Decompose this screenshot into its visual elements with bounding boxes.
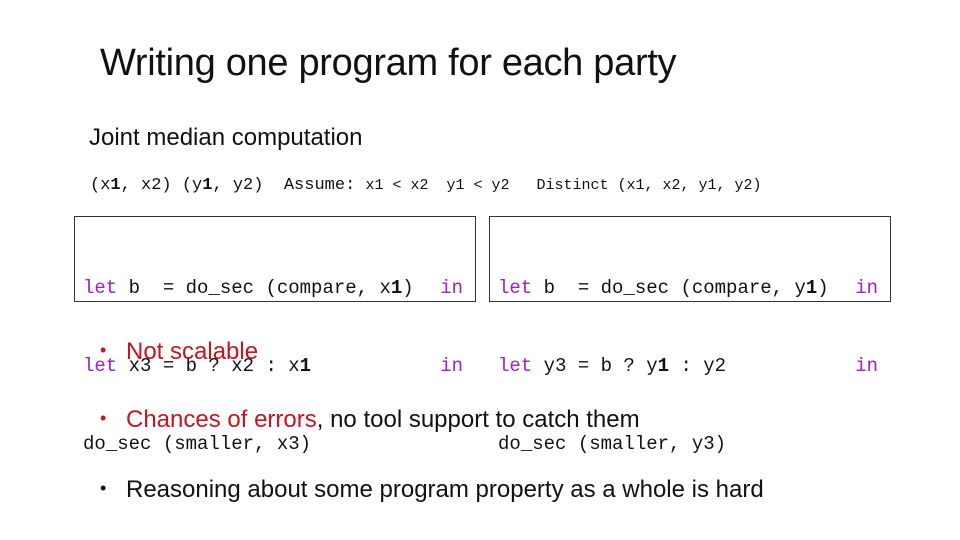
slide-title: Writing one program for each party — [100, 42, 677, 84]
bullet-text: Reasoning about some program property as… — [126, 476, 764, 503]
code-line: do_sec (smaller, x3) — [83, 431, 475, 457]
bullet-text: , no tool support to catch them — [316, 406, 640, 433]
code-text: do_sec (smaller, y3) — [498, 433, 727, 455]
keyword-let: let — [83, 277, 118, 299]
x-pair-open: (x — [90, 176, 111, 195]
code-bold: 1 — [390, 277, 403, 299]
bullet-dot-icon: • — [100, 478, 107, 498]
bullet-red-text: Chances of errors — [126, 406, 317, 433]
keyword-let: let — [498, 277, 533, 299]
assume-y-condition: y1 < y2 — [428, 177, 510, 194]
code-text: y3 = b ? y — [532, 355, 658, 377]
y-pair-open: (y — [171, 176, 203, 195]
code-box-party-x: let b = do_sec (compare, x1) in let x3 = … — [74, 216, 476, 455]
code-text: b = do_sec (compare, x — [117, 277, 391, 299]
keyword-in: in — [855, 355, 878, 377]
bullet-dot-icon: • — [100, 340, 107, 360]
code-text: do_sec (smaller, x3) — [83, 433, 312, 455]
code-bold: 1 — [805, 277, 818, 299]
code-line: let b = do_sec (compare, y1) in — [498, 275, 890, 301]
code-bold: 1 — [657, 355, 670, 377]
code-line: let b = do_sec (compare, x1) in — [83, 275, 475, 301]
slide-subtitle: Joint median computation — [89, 124, 363, 151]
bullet-not-scalable: • Not scalable — [100, 338, 258, 366]
x1-bold: 1 — [110, 176, 121, 195]
code-text: : y2 — [669, 355, 727, 377]
bullet-dot-icon: • — [100, 408, 107, 428]
y-pair-rest: , y2) — [212, 176, 264, 195]
keyword-let: let — [498, 355, 533, 377]
keyword-in: in — [440, 355, 463, 377]
bullet-red-text: Not scalable — [126, 338, 259, 365]
code-text: ) — [817, 277, 829, 299]
keyword-in: in — [855, 277, 878, 299]
code-text: ) — [402, 277, 414, 299]
bullet-chances-of-errors: • Chances of errors, no tool support to c… — [100, 406, 640, 434]
assume-label: Assume: — [263, 176, 366, 195]
keyword-in: in — [440, 277, 463, 299]
y1-bold: 1 — [202, 176, 213, 195]
code-box-party-y: let b = do_sec (compare, y1) in let y3 = … — [489, 216, 891, 455]
code-bold: 1 — [299, 355, 312, 377]
inputs-assumptions-line: (x1, x2) (y1, y2) Assume: x1 < x2 y1 < y… — [90, 176, 762, 195]
assume-x-condition: x1 < x2 — [365, 177, 429, 194]
code-line: do_sec (smaller, y3) — [498, 431, 890, 457]
code-line: let y3 = b ? y1 : y2 in — [498, 353, 890, 379]
code-text: b = do_sec (compare, y — [532, 277, 806, 299]
distinct-condition: Distinct (x1, x2, y1, y2) — [509, 177, 762, 194]
x-pair-rest: , x2) — [120, 176, 172, 195]
bullet-reasoning-hard: • Reasoning about some program property a… — [100, 476, 764, 504]
